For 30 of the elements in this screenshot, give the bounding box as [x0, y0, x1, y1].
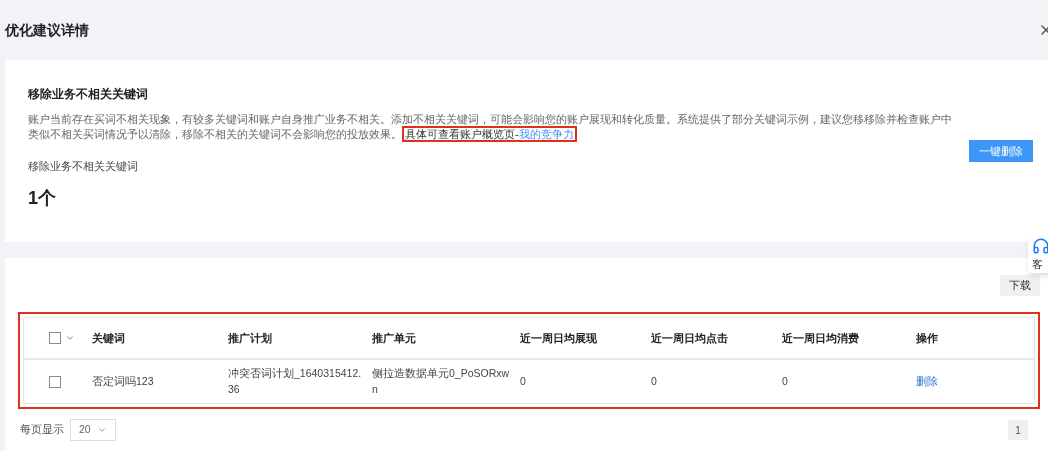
column-header: 近一周日均点击	[651, 331, 728, 344]
table-cell: 0	[520, 374, 526, 387]
table-cell: 侧拉造数据单元0_PoSORxwn	[372, 366, 510, 395]
column-header: 关键词	[92, 331, 125, 344]
competitiveness-link[interactable]: 我的竞争力	[518, 128, 574, 140]
column-header: 近一周日均展现	[520, 331, 597, 344]
description-text: 账户当前存在买词不相关现象，有较多关键词和账户自身推广业务不相关。添加不相关关键词，可能会影响您的账户展现和转化质量。系统提供了部分关键词示例，建议您移移除并检查账户中类似不相关买词情况予以清除，移除不相关的关键词不会影响您的投放效果。 具体可查看账户概览页-我的竞争力	[28, 112, 953, 142]
checkbox[interactable]	[49, 375, 61, 388]
delete-link[interactable]: 删除	[916, 374, 938, 387]
table-cell: 0	[651, 374, 657, 387]
page-button[interactable]: 1	[1008, 420, 1028, 440]
dropdown-caret-icon[interactable]	[65, 333, 75, 343]
column-header: 近一周日均消费	[782, 331, 859, 344]
column-header: 推广计划	[228, 331, 272, 344]
metric-label: 移除业务不相关关键词	[28, 159, 139, 174]
column-header: 操作	[916, 331, 938, 344]
page-size-label: 每页显示	[20, 422, 64, 438]
page-size-select[interactable]: 20	[70, 419, 116, 441]
column-header: 推广单元	[372, 331, 416, 344]
download-button[interactable]: 下载	[1000, 275, 1040, 296]
checkbox[interactable]	[49, 332, 61, 344]
table-cell: 否定词吗123	[92, 374, 154, 387]
metric-value: 1个	[28, 186, 57, 210]
support-widget[interactable]: 客	[1028, 233, 1048, 273]
caret-icon	[96, 425, 107, 435]
page-title: 优化建议详情	[5, 20, 89, 40]
section-title: 移除业务不相关关键词	[28, 86, 149, 102]
table-cell: 0	[782, 374, 788, 387]
table-cell: 冲突否词计划_1640315412.36	[228, 366, 362, 395]
headset-icon	[1032, 237, 1048, 255]
